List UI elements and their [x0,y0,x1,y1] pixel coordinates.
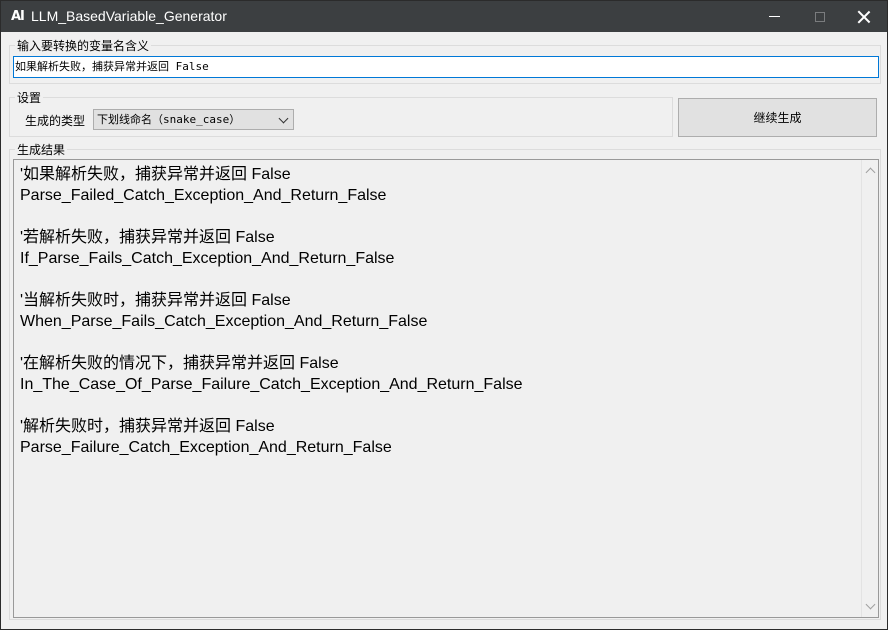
result-entry: '解析失败时，捕获异常并返回 False Parse_Failure_Catch… [20,416,850,458]
result-text: '如果解析失败，捕获异常并返回 False Parse_Failed_Catch… [20,164,850,479]
input-group: 输入要转换的变量名含义 如果解析失败，捕获异常并返回 False [9,37,881,84]
type-label: 生成的类型 [25,114,86,128]
result-source-line: '如果解析失败，捕获异常并返回 False [20,166,291,183]
result-source-line: '当解析失败时，捕获异常并返回 False [20,292,291,309]
scroll-up-icon[interactable] [865,167,876,178]
result-entry: '如果解析失败，捕获异常并返回 False Parse_Failed_Catch… [20,164,850,206]
close-button[interactable] [841,1,887,32]
result-entry: '在解析失败的情况下，捕获异常并返回 False In_The_Case_Of_… [20,353,850,395]
result-variable-line: Parse_Failed_Catch_Exception_And_Return_… [20,187,387,204]
vertical-scrollbar[interactable] [861,160,878,617]
continue-generate-button[interactable]: 继续生成 [678,98,877,137]
window-title: LLM_BasedVariable_Generator [31,8,227,24]
result-source-line: '在解析失败的情况下，捕获异常并返回 False [20,355,339,372]
result-entry: '当解析失败时，捕获异常并返回 False When_Parse_Fails_C… [20,290,850,332]
meaning-input[interactable]: 如果解析失败，捕获异常并返回 False [13,56,879,78]
title-bar[interactable]: AI LLM_BasedVariable_Generator [1,1,887,32]
result-source-line: '若解析失败，捕获异常并返回 False [20,229,275,246]
result-variable-line: Parse_Failure_Catch_Exception_And_Return… [20,439,392,456]
result-entry: '若解析失败，捕获异常并返回 False If_Parse_Fails_Catc… [20,227,850,269]
result-variable-line: When_Parse_Fails_Catch_Exception_And_Ret… [20,313,428,330]
result-variable-line: In_The_Case_Of_Parse_Failure_Catch_Excep… [20,376,523,393]
result-variable-line: If_Parse_Fails_Catch_Exception_And_Retur… [20,250,395,267]
result-group: 生成结果 '如果解析失败，捕获异常并返回 False Parse_Failed_… [9,141,881,620]
app-window: AI LLM_BasedVariable_Generator 输入要转换的变量名… [0,0,888,630]
result-source-line: '解析失败时，捕获异常并返回 False [20,418,275,435]
close-icon [857,10,871,24]
input-group-label: 输入要转换的变量名含义 [15,37,152,54]
maximize-icon [815,11,825,22]
minimize-icon [768,16,780,17]
minimize-button[interactable] [751,1,797,32]
app-logo-icon: AI [11,9,25,24]
result-group-label: 生成结果 [15,141,68,158]
naming-type-select[interactable]: 下划线命名（snake_case） [93,109,294,130]
chevron-down-icon[interactable] [278,113,289,124]
maximize-button[interactable] [797,1,843,32]
scroll-down-icon[interactable] [865,599,876,610]
settings-group: 设置 生成的类型 下划线命名（snake_case） [9,89,673,137]
naming-type-value: 下划线命名（snake_case） [97,113,241,126]
settings-group-label: 设置 [15,89,44,106]
result-textarea[interactable]: '如果解析失败，捕获异常并返回 False Parse_Failed_Catch… [13,159,879,618]
